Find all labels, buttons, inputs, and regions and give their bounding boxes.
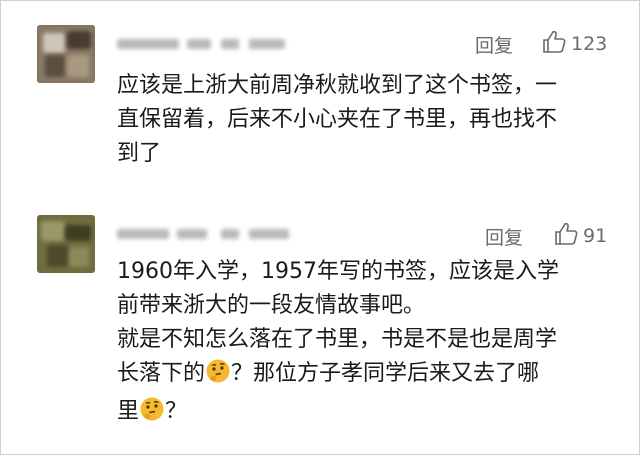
thinking-face-emoji [205, 358, 231, 395]
thumbs-up-icon [553, 221, 579, 251]
username-blurred[interactable] [117, 227, 317, 241]
comment-line: 应该是上浙大前周净秋就收到了这个书签，一 [117, 73, 558, 98]
thinking-face-emoji [139, 396, 165, 433]
comment-line: 前带来浙大的一段友情故事吧。 [117, 293, 426, 318]
reply-button[interactable]: 回复 [475, 31, 513, 58]
username-blurred[interactable] [117, 37, 317, 51]
comment-line: 长落下的 ？那位方子孝同学后来又去了哪 [117, 357, 617, 395]
thumbs-up-icon [541, 29, 567, 59]
comment-line: 到了 [117, 141, 162, 166]
comment-line: 1960年入学，1957年写的书签，应该是入学 [117, 259, 559, 284]
like-count: 91 [583, 225, 608, 247]
reply-button[interactable]: 回复 [485, 223, 523, 250]
like-button[interactable]: 91 [553, 221, 607, 251]
comment-list: 回复 123 应该是上浙大前周净秋就收到了这个书签，一 直保留着，后来不小心夹在… [0, 0, 640, 455]
like-count: 123 [571, 33, 608, 55]
avatar[interactable] [37, 25, 95, 83]
comment-text: 1960年入学，1957年写的书签，应该是入学 前带来浙大的一段友情故事吧。 就… [117, 255, 617, 433]
comment-line: 直保留着，后来不小心夹在了书里，再也找不 [117, 107, 558, 132]
comment-line: 就是不知怎么落在了书里，书是不是也是周学 [117, 327, 558, 352]
like-button[interactable]: 123 [541, 29, 607, 59]
comment-text: 应该是上浙大前周净秋就收到了这个书签，一 直保留着，后来不小心夹在了书里，再也找… [117, 69, 617, 171]
avatar[interactable] [37, 215, 95, 273]
comment-line: 里？ [117, 395, 617, 433]
